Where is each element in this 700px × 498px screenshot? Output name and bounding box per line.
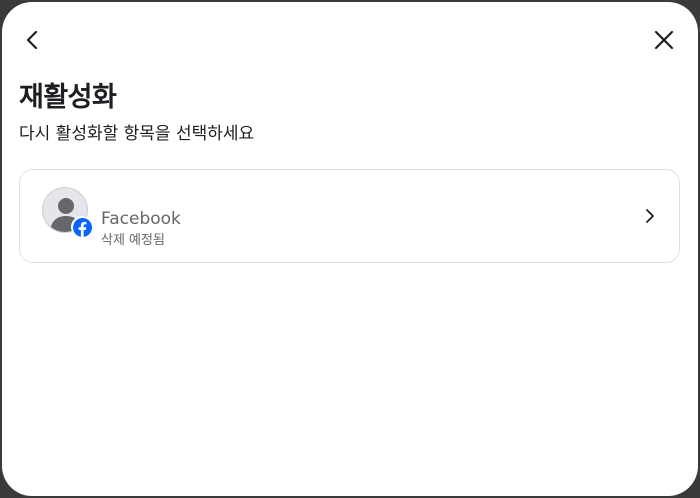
account-item-facebook[interactable]: Facebook 삭제 예정됨 bbox=[19, 169, 680, 263]
chevron-right-icon bbox=[641, 207, 659, 225]
account-name: Facebook bbox=[101, 209, 181, 229]
close-button[interactable] bbox=[646, 22, 682, 58]
close-icon bbox=[654, 30, 674, 50]
dialog-title: 재활성화 bbox=[19, 82, 117, 113]
account-status: 삭제 예정됨 bbox=[101, 233, 165, 248]
chevron-left-icon bbox=[26, 30, 38, 50]
facebook-logo-icon bbox=[71, 216, 93, 238]
reactivate-dialog: 재활성화 다시 활성화할 항목을 선택하세요 Facebook 삭제 예정됨 bbox=[2, 2, 698, 496]
dialog-subtitle: 다시 활성화할 항목을 선택하세요 bbox=[19, 124, 255, 144]
back-button[interactable] bbox=[15, 22, 51, 58]
